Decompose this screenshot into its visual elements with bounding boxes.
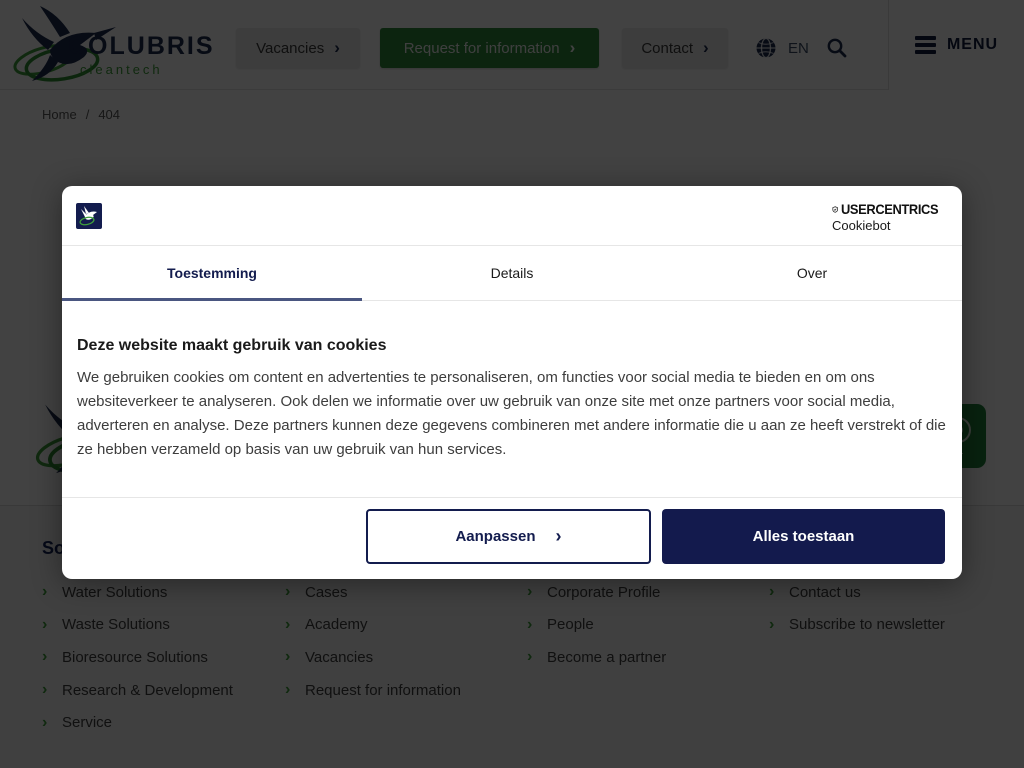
shield-check-icon <box>832 202 838 217</box>
dialog-title: Deze website maakt gebruik van cookies <box>77 337 386 355</box>
customize-label: Aanpassen <box>455 528 535 545</box>
page: COLUBRIS cleantech Vacancies › Request f… <box>0 0 1024 768</box>
dialog-header: USERCENTRICS Cookiebot <box>62 186 962 246</box>
tab-consent[interactable]: Toestemming <box>62 246 362 300</box>
tab-details[interactable]: Details <box>362 246 662 300</box>
cookie-consent-dialog: USERCENTRICS Cookiebot Toestemming Detai… <box>62 186 962 579</box>
dialog-divider <box>62 497 962 498</box>
dialog-tabs: Toestemming Details Over <box>62 246 962 301</box>
customize-button[interactable]: Aanpassen › <box>366 509 651 564</box>
dialog-body-text: We gebruiken cookies om content en adver… <box>77 366 947 462</box>
usercentrics-wordmark: USERCENTRICS <box>841 201 938 217</box>
allow-all-label: Alles toestaan <box>753 528 855 545</box>
cookiebot-label: Cookiebot <box>832 218 947 233</box>
active-tab-underline <box>62 298 362 301</box>
allow-all-button[interactable]: Alles toestaan <box>662 509 945 564</box>
dialog-buttons: Aanpassen › Alles toestaan <box>366 509 945 564</box>
tab-about[interactable]: Over <box>662 246 962 300</box>
site-logo-small <box>76 203 102 229</box>
chevron-right-icon: › <box>556 527 562 545</box>
usercentrics-cookiebot-logo[interactable]: USERCENTRICS Cookiebot <box>832 201 947 233</box>
